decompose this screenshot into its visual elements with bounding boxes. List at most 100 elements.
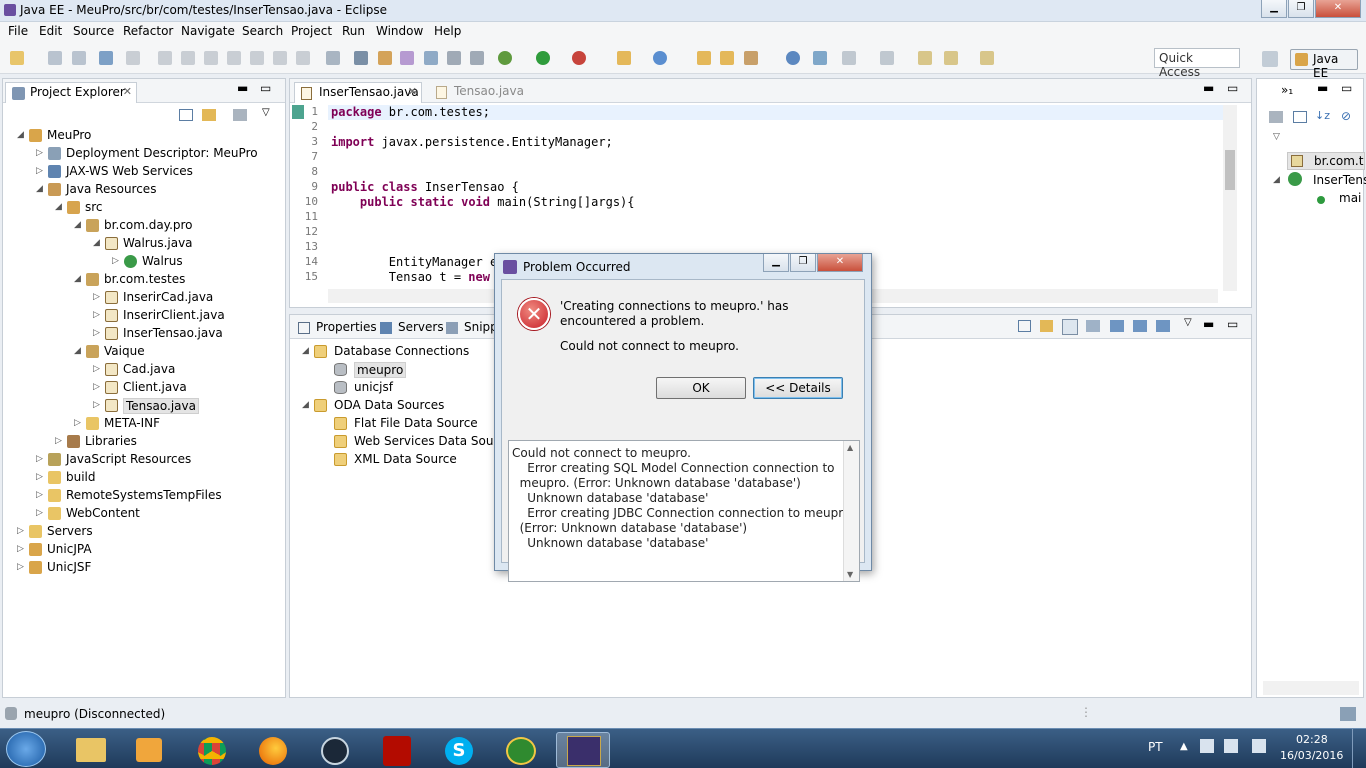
details-text[interactable]: Could not connect to meupro. Error creat… xyxy=(508,440,860,582)
menu-window[interactable]: Window xyxy=(376,24,423,38)
expand-arrow-icon[interactable]: ◢ xyxy=(55,202,62,212)
tree-item[interactable]: ▷ Deployment Descriptor: MeuPro xyxy=(3,145,283,163)
back-icon[interactable] xyxy=(944,51,958,65)
tree-item[interactable]: ▷ META-INF xyxy=(3,415,283,433)
resume-icon[interactable] xyxy=(158,51,172,65)
use-step-filters-icon[interactable] xyxy=(326,51,340,65)
tab-insertensao[interactable]: InserTensao.java ✕ xyxy=(294,82,422,103)
prev-annotation-icon[interactable] xyxy=(880,51,894,65)
more-views-icon[interactable]: »₁ xyxy=(1281,83,1293,97)
expand-arrow-icon[interactable]: ▷ xyxy=(93,382,100,392)
tree-item[interactable]: ◢ MeuPro xyxy=(3,127,283,145)
taskbar-explorer[interactable] xyxy=(64,732,118,768)
menu-run[interactable]: Run xyxy=(342,24,365,38)
expand-arrow-icon[interactable]: ▷ xyxy=(36,472,43,482)
close-tab-icon[interactable]: ✕ xyxy=(408,85,417,98)
maximize-view-icon[interactable]: ▭ xyxy=(1227,317,1238,331)
expand-arrow-icon[interactable]: ▷ xyxy=(55,436,62,446)
tab-tensao[interactable]: Tensao.java xyxy=(430,82,530,103)
maximize-button[interactable]: ❐ xyxy=(1288,0,1314,18)
open-perspective-icon[interactable] xyxy=(1262,51,1278,67)
dialog-close-button[interactable]: ✕ xyxy=(817,254,863,272)
data-source-item[interactable]: ◢ Database Connections xyxy=(290,343,500,361)
expand-arrow-icon[interactable]: ▷ xyxy=(17,544,24,554)
minimize-button[interactable]: ▁ xyxy=(1261,0,1287,18)
details-scrollbar[interactable]: ▲ ▼ xyxy=(843,441,859,581)
taskbar-hotspot[interactable] xyxy=(494,732,548,768)
maximize-view-icon[interactable]: ▭ xyxy=(1341,81,1352,95)
export-icon[interactable] xyxy=(1133,320,1147,332)
language-indicator[interactable]: PT xyxy=(1148,740,1163,754)
expand-arrow-icon[interactable]: ▷ xyxy=(36,508,43,518)
data-source-item[interactable]: XML Data Source xyxy=(290,451,500,469)
outline-item-package[interactable]: br.com.t xyxy=(1287,152,1365,170)
menu-file[interactable]: File xyxy=(8,24,28,38)
taskbar-chrome[interactable] xyxy=(184,732,238,768)
menu-navigate[interactable]: Navigate xyxy=(181,24,235,38)
save-all-icon[interactable] xyxy=(72,51,86,65)
data-source-item[interactable]: unicjsf xyxy=(290,379,500,397)
horizontal-scrollbar[interactable] xyxy=(1263,681,1359,695)
data-source-item[interactable]: ◢ ODA Data Sources xyxy=(290,397,500,415)
terminate-icon[interactable] xyxy=(204,51,218,65)
link-editor-icon[interactable] xyxy=(202,109,216,121)
globe-icon[interactable] xyxy=(786,51,800,65)
tree-item[interactable]: ◢ Walrus.java xyxy=(3,235,283,253)
tree-item[interactable]: ▷ InserTensao.java xyxy=(3,325,283,343)
clock-time[interactable]: 02:28 xyxy=(1296,733,1328,746)
expand-arrow-icon[interactable]: ▷ xyxy=(17,526,24,536)
network-icon[interactable] xyxy=(1224,739,1238,753)
expand-arrow-icon[interactable]: ▷ xyxy=(112,256,119,266)
tree-item[interactable]: ▷ WebContent xyxy=(3,505,283,523)
save-icon[interactable] xyxy=(1156,320,1170,332)
new-icon[interactable] xyxy=(10,51,24,65)
taskbar-media-player[interactable] xyxy=(122,732,176,768)
expand-arrow-icon[interactable]: ◢ xyxy=(74,274,81,284)
expand-arrow-icon[interactable]: ▷ xyxy=(74,418,81,428)
debug-icon[interactable] xyxy=(498,51,512,65)
code-line[interactable]: public class InserTensao { xyxy=(331,180,519,194)
print-icon[interactable] xyxy=(99,51,113,65)
tree-item[interactable]: ▷ build xyxy=(3,469,283,487)
code-line[interactable]: package br.com.testes; xyxy=(331,105,490,119)
ok-button[interactable]: OK xyxy=(656,377,746,399)
code-line[interactable]: public static void main(String[]args){ xyxy=(331,195,635,209)
code-line[interactable]: import javax.persistence.EntityManager; xyxy=(331,135,613,149)
tree-item[interactable]: ◢ br.com.day.pro xyxy=(3,217,283,235)
expand-arrow-icon[interactable]: ▷ xyxy=(36,454,43,464)
perspective-java-ee-button[interactable]: Java EE xyxy=(1290,49,1358,80)
tab-project-explorer[interactable]: Project Explorer ✕ xyxy=(5,82,137,103)
step-over-icon[interactable] xyxy=(273,51,287,65)
expand-arrow-icon[interactable]: ◢ xyxy=(93,238,100,248)
next-annotation-icon[interactable] xyxy=(842,51,856,65)
tree-item[interactable]: ▷ Servers xyxy=(3,523,283,541)
tree-item[interactable]: ▷ UnicJSF xyxy=(3,559,283,577)
task-icon[interactable] xyxy=(470,51,484,65)
taskbar-firefox[interactable] xyxy=(246,732,300,768)
tree-item[interactable]: ▷ Walrus xyxy=(3,253,283,271)
expand-arrow-icon[interactable]: ▷ xyxy=(93,364,100,374)
collapse-all-icon[interactable] xyxy=(1018,320,1031,332)
tree-item[interactable]: ▷ Tensao.java xyxy=(3,397,283,415)
tree-item[interactable]: ▷ Cad.java xyxy=(3,361,283,379)
step-return-icon[interactable] xyxy=(296,51,310,65)
details-button[interactable]: << Details xyxy=(753,377,843,399)
skip-breakpoints-icon[interactable] xyxy=(126,51,140,65)
run-external-icon[interactable] xyxy=(572,51,586,65)
minimize-view-icon[interactable]: ▬ xyxy=(237,81,248,95)
taskbar-acrobat[interactable] xyxy=(370,732,424,768)
hide-fields-icon[interactable]: ⊘ xyxy=(1341,109,1351,123)
view-menu-icon[interactable]: ▽ xyxy=(1184,317,1192,328)
tree-item[interactable]: ◢ br.com.testes xyxy=(3,271,283,289)
expand-arrow-icon[interactable]: ◢ xyxy=(302,400,309,410)
data-source-item[interactable]: Web Services Data Source xyxy=(290,433,512,451)
taskbar-skype[interactable]: S xyxy=(432,732,486,768)
open-task-icon[interactable] xyxy=(720,51,734,65)
volume-icon[interactable] xyxy=(1252,739,1266,753)
filters-icon[interactable] xyxy=(233,109,247,121)
expand-arrow-icon[interactable]: ▷ xyxy=(93,310,100,320)
vertical-scrollbar[interactable] xyxy=(1223,105,1237,291)
tree-view-icon[interactable] xyxy=(1062,319,1078,335)
expand-arrow-icon[interactable]: ▷ xyxy=(36,148,43,158)
close-button[interactable]: ✕ xyxy=(1315,0,1361,18)
